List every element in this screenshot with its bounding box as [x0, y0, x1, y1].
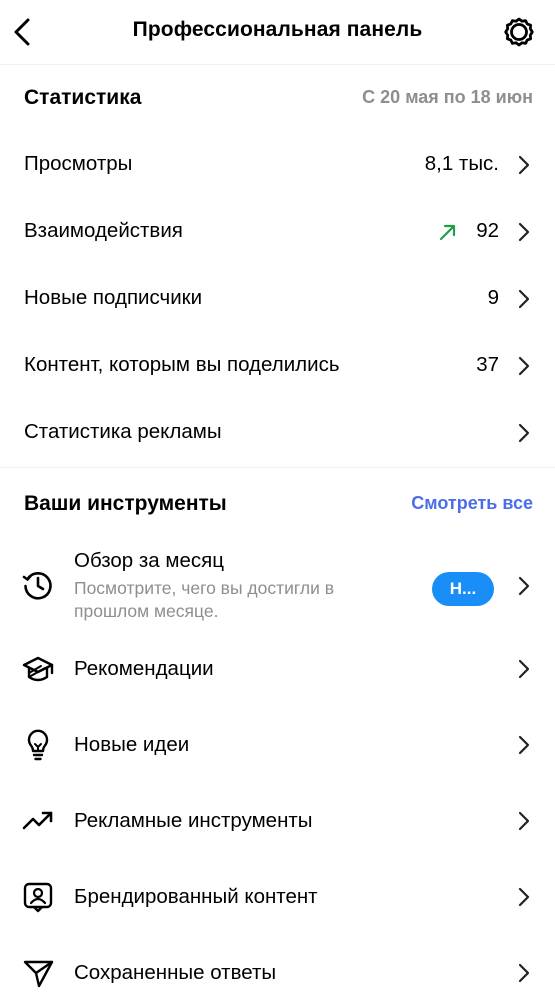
person-badge-icon	[21, 880, 55, 914]
stat-label: Новые подписчики	[24, 286, 203, 309]
stat-row-shared-content[interactable]: Контент, которым вы поделились 37	[0, 333, 555, 400]
section-divider	[0, 467, 555, 468]
statistics-title: Статистика	[24, 86, 142, 109]
tool-label: Новые идеи	[74, 733, 190, 756]
chevron-right-icon	[517, 885, 531, 909]
stat-row-ad-statistics[interactable]: Статистика рекламы	[0, 400, 555, 467]
trend-up-arrow-icon	[437, 221, 459, 243]
stat-value: 8,1 тыс.	[424, 152, 499, 175]
tool-item-saved-replies[interactable]: Сохраненные ответы	[0, 944, 555, 999]
chevron-right-icon	[517, 287, 531, 311]
stat-row-interactions[interactable]: Взаимодействия 92	[0, 199, 555, 266]
tool-label: Рекламные инструменты	[74, 809, 313, 832]
stat-label: Статистика рекламы	[24, 420, 222, 443]
chevron-right-icon	[517, 574, 531, 598]
new-badge-button[interactable]: Н...	[432, 572, 494, 606]
chevron-right-icon	[517, 733, 531, 757]
tool-item-ad-tools[interactable]: Рекламные инструменты	[0, 792, 555, 852]
stat-value: 92	[476, 219, 499, 242]
stat-label: Контент, которым вы поделились	[24, 353, 340, 376]
stat-value: 37	[476, 353, 499, 376]
history-clock-icon	[21, 568, 55, 602]
stat-value: 9	[487, 286, 499, 309]
graduation-cap-icon	[21, 653, 55, 687]
tools-header: Ваши инструменты Смотреть все	[24, 492, 533, 522]
statistics-header: Статистика С 20 мая по 18 июн	[24, 86, 533, 116]
tools-title: Ваши инструменты	[24, 492, 227, 515]
tool-subtitle: Посмотрите, чего вы достигли в прошлом м…	[74, 578, 335, 621]
tool-item-monthly-overview[interactable]: Обзор за месяц Посмотрите, чего вы дости…	[0, 540, 555, 632]
tool-label: Рекомендации	[74, 657, 214, 680]
tool-item-branded-content[interactable]: Брендированный контент	[0, 868, 555, 928]
stat-row-new-followers[interactable]: Новые подписчики 9	[0, 266, 555, 333]
chevron-right-icon	[517, 354, 531, 378]
lightbulb-icon	[21, 728, 55, 762]
chevron-right-icon	[517, 961, 531, 985]
tool-label: Сохраненные ответы	[74, 961, 277, 984]
send-paper-plane-icon	[21, 956, 55, 990]
trending-up-icon	[21, 804, 55, 838]
page-title: Профессиональная панель	[132, 18, 423, 41]
chevron-right-icon	[517, 153, 531, 177]
settings-gear-icon[interactable]	[503, 16, 535, 48]
stat-row-views[interactable]: Просмотры 8,1 тыс.	[0, 132, 555, 199]
tool-label: Брендированный контент	[74, 885, 318, 908]
chevron-right-icon	[517, 421, 531, 445]
tool-item-new-ideas[interactable]: Новые идеи	[0, 716, 555, 776]
tool-item-recommendations[interactable]: Рекомендации	[0, 640, 555, 700]
see-all-link[interactable]: Смотреть все	[411, 493, 533, 514]
tool-label: Обзор за месяц	[74, 549, 224, 572]
chevron-right-icon	[517, 809, 531, 833]
stat-label: Просмотры	[24, 152, 133, 175]
top-bar: Профессиональная панель	[0, 0, 555, 65]
chevron-right-icon	[517, 220, 531, 244]
chevron-right-icon	[517, 657, 531, 681]
stat-label: Взаимодействия	[24, 219, 183, 242]
date-range: С 20 мая по 18 июн	[362, 87, 533, 107]
